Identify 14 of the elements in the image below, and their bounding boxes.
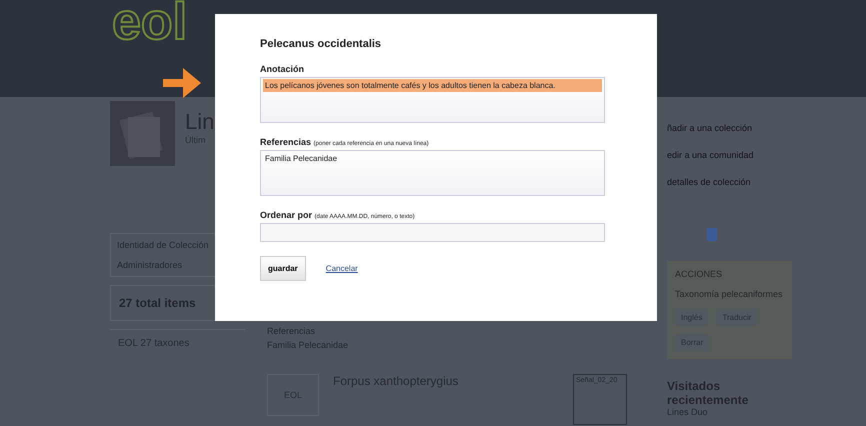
document-icon xyxy=(110,101,175,166)
action-link[interactable]: ñadir a una colección xyxy=(667,123,792,133)
arrow-icon xyxy=(163,68,201,98)
text-area[interactable]: Familia Pelecanidae xyxy=(260,150,605,196)
input-field[interactable] xyxy=(260,223,605,242)
save-button[interactable]: guardar xyxy=(260,256,306,281)
cancel-link[interactable]: Cancelar xyxy=(326,264,358,273)
action-link[interactable]: detalles de colección xyxy=(667,177,792,187)
action-link[interactable]: edir a una comunidad xyxy=(667,150,792,160)
badge xyxy=(707,228,717,241)
dialog-title: Pelecanus occidentalis xyxy=(260,38,382,50)
logo[interactable]: eol xyxy=(112,2,188,42)
text-area[interactable]: Los pelícanos jóvenes son totalmente cafés y los adultos tienen la cabeza blanca. xyxy=(260,77,605,123)
field-label: Anotación xyxy=(260,64,305,74)
